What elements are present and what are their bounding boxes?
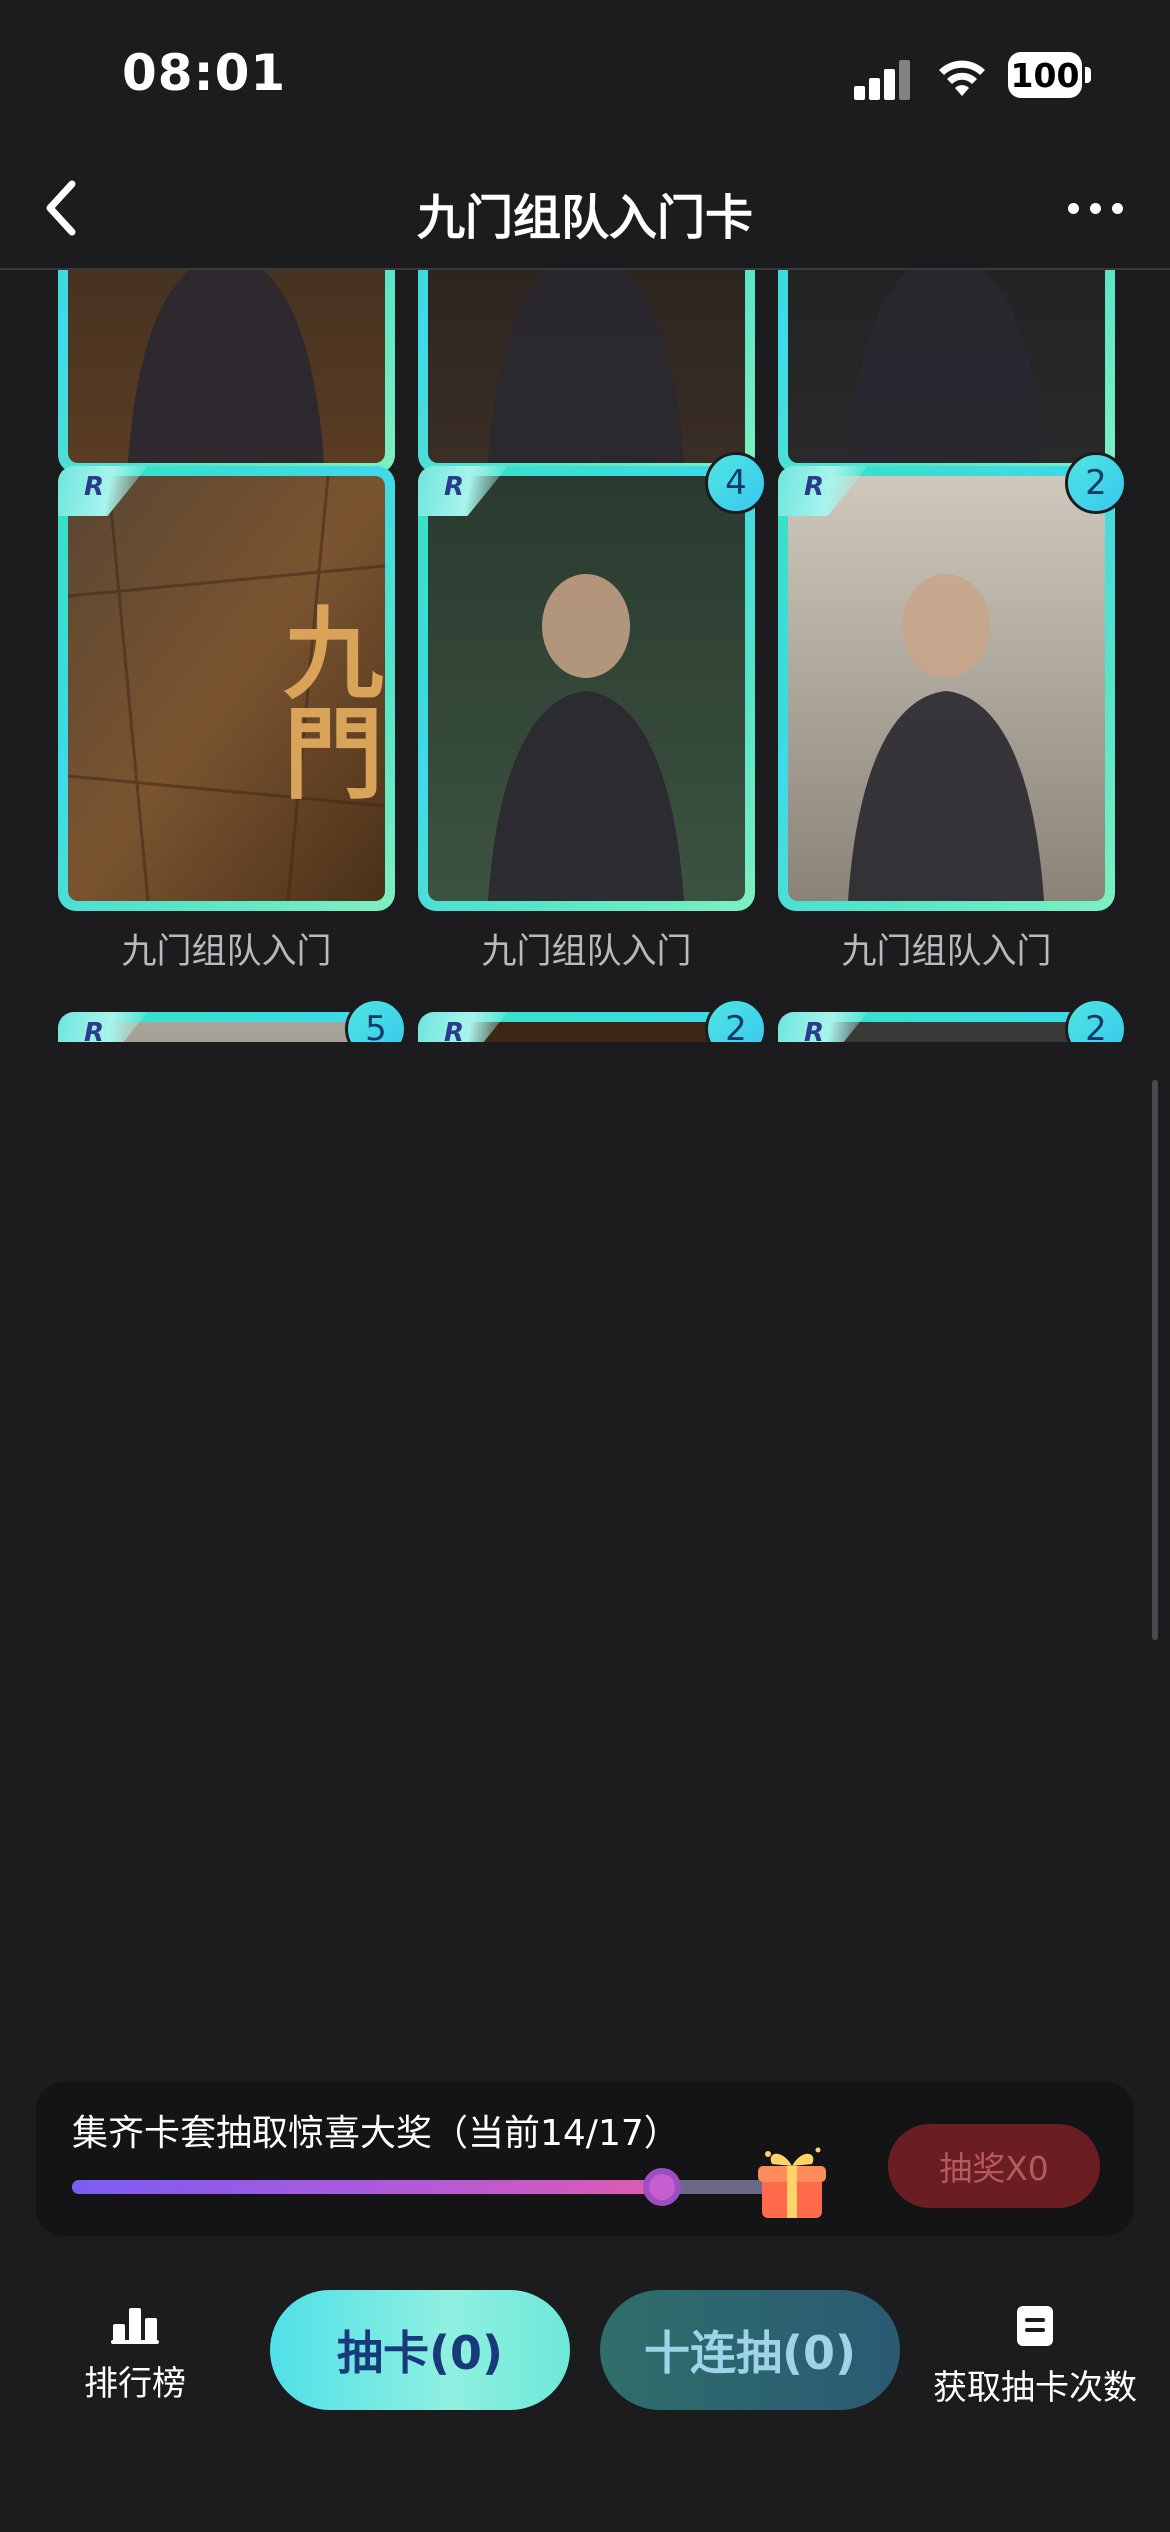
card-item[interactable]: R2九门组队入门	[778, 998, 1127, 1042]
card-frame: R5	[58, 998, 407, 1042]
card-frame: R	[418, 270, 755, 473]
prize-draw-button[interactable]: 抽奖X0	[888, 2124, 1100, 2208]
card-item[interactable]: R 4 九门组队入门	[418, 452, 767, 974]
cellular-signal-icon	[854, 58, 912, 100]
card-count-badge: 2	[1065, 998, 1127, 1042]
obtain-draws-button[interactable]: 获取抽卡次数	[930, 2304, 1140, 2424]
ten-draw-button[interactable]: 十连抽(0)	[600, 2290, 900, 2410]
nav-bar: 九门组队入门卡	[0, 150, 1170, 270]
card-artwork	[788, 476, 1105, 901]
rarity-label: R	[804, 472, 825, 502]
rarity-label: R	[444, 1018, 465, 1042]
draw-card-button[interactable]: 抽卡(0)	[270, 2290, 570, 2410]
card-count-badge: 5	[345, 998, 407, 1042]
bottom-action-bar: 排行榜 抽卡(0) 十连抽(0) 获取抽卡次数	[0, 2262, 1170, 2532]
scrollbar-thumb[interactable]	[1152, 1080, 1158, 1640]
prize-panel: 集齐卡套抽取惊喜大奖（当前14/17） 抽奖X0	[36, 2082, 1134, 2236]
page-title: 九门组队入门卡	[416, 190, 753, 246]
document-icon	[1017, 2306, 1053, 2346]
gift-box-icon[interactable]	[756, 2144, 828, 2220]
card-item[interactable]: 九門 R 九门组队入门	[58, 466, 395, 974]
more-dot-icon	[1067, 202, 1079, 214]
card-artwork	[68, 270, 385, 463]
card-artwork	[428, 270, 745, 463]
status-bar: 08:01 100	[0, 0, 1170, 150]
card-item[interactable]: R2九门组队入门	[418, 998, 767, 1042]
card-label: 九门组队入门	[481, 932, 692, 972]
prize-progress-bar	[72, 2168, 792, 2206]
card-artwork	[428, 476, 745, 901]
leaderboard-button[interactable]: 排行榜	[62, 2304, 208, 2424]
card-frame: R2	[778, 452, 1127, 911]
card-frame: R4	[418, 452, 767, 911]
card-grid[interactable]: R九门组队入门R九门组队入门R九门组队入门九門R九门组队入门R4九门组队入门R2…	[0, 270, 1170, 1042]
card-count-badge: 4	[705, 452, 767, 514]
obtain-draws-label: 获取抽卡次数	[933, 2368, 1137, 2408]
battery-tip	[1085, 67, 1091, 83]
card-item[interactable]: R2九门组队入门	[778, 452, 1127, 974]
card-frame: R2	[778, 998, 1127, 1042]
rarity-label: R	[84, 472, 105, 502]
prize-progress-knob	[643, 2168, 682, 2206]
card-frame: R	[58, 270, 395, 473]
rarity-label: R	[444, 472, 465, 502]
prize-progress-fill	[72, 2180, 663, 2194]
card-logo-text: 九門	[266, 601, 384, 801]
rarity-label: R	[804, 1018, 825, 1042]
rarity-label: R	[84, 1018, 105, 1042]
card-count-badge: 2	[1065, 452, 1127, 514]
card-frame: 九門 R	[58, 466, 395, 911]
wifi-icon	[939, 60, 985, 96]
more-options-button[interactable]	[1050, 172, 1140, 244]
card-label: 九门组队入门	[841, 932, 1052, 972]
card-artwork	[788, 270, 1105, 463]
card-frame: R2	[418, 998, 767, 1042]
status-time: 08:01	[122, 44, 287, 102]
more-dot-icon	[1111, 202, 1123, 214]
more-dot-icon	[1089, 202, 1101, 214]
card-artwork: 九門	[68, 476, 385, 901]
card-frame: R	[778, 270, 1115, 473]
card-count-badge: 2	[705, 998, 767, 1042]
card-item[interactable]: R5九门组队入门	[58, 998, 407, 1042]
prize-progress-title: 集齐卡套抽取惊喜大奖（当前14/17）	[72, 2113, 680, 2154]
battery-icon: 100	[1008, 52, 1082, 98]
leaderboard-label: 排行榜	[84, 2364, 186, 2404]
leaderboard-icon	[111, 2308, 159, 2344]
card-label: 九门组队入门	[121, 932, 332, 972]
